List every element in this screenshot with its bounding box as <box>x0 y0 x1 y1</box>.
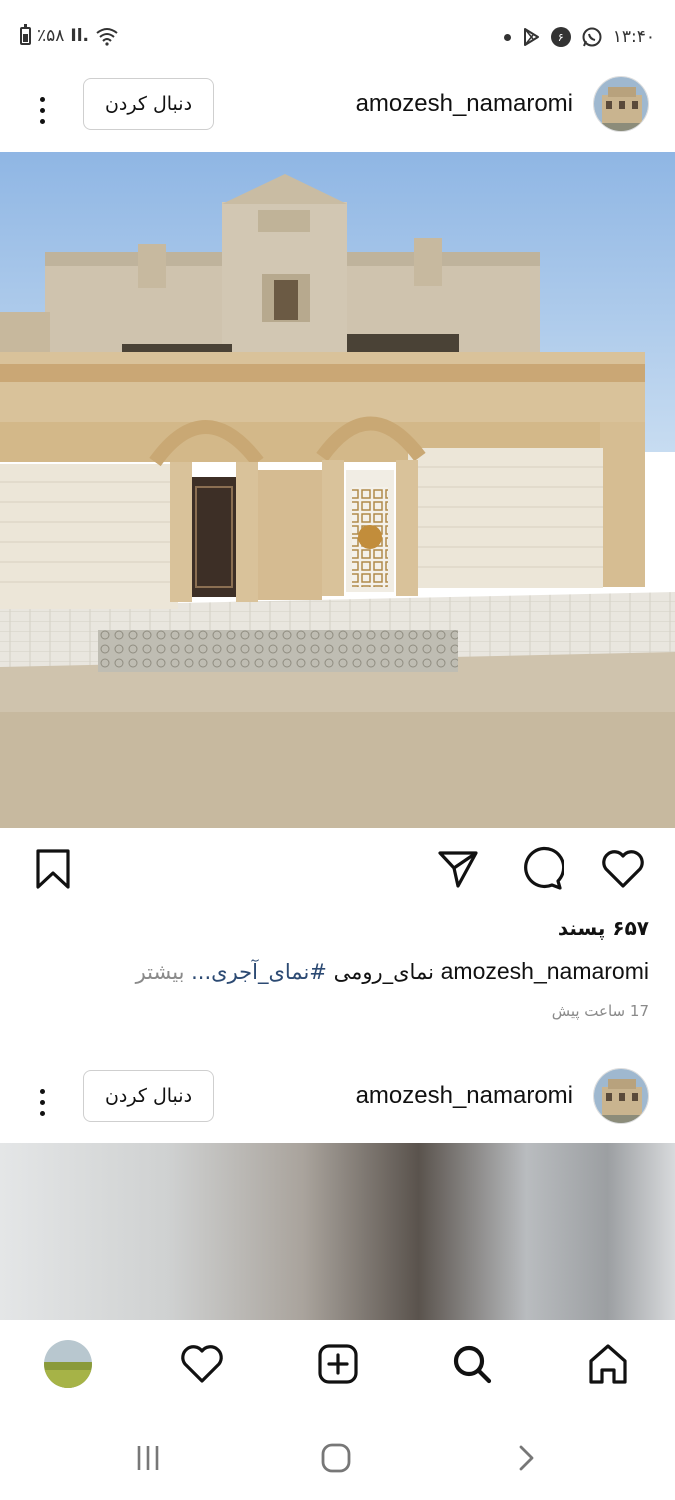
post-actions <box>0 840 675 900</box>
more-options-button[interactable] <box>28 88 56 132</box>
home-icon <box>589 1344 627 1384</box>
system-navigation <box>0 1412 675 1500</box>
wifi-icon <box>96 28 118 46</box>
more-dot <box>39 96 45 102</box>
heart-icon[interactable] <box>600 848 646 894</box>
post-username[interactable]: amozesh_namaromi <box>356 1082 573 1110</box>
avatar[interactable] <box>593 1068 649 1124</box>
post-timestamp: 17 ساعت پیش <box>551 1002 649 1020</box>
plus-square-icon <box>318 1344 358 1384</box>
more-dot <box>39 107 45 113</box>
notification-dot-icon <box>503 33 511 41</box>
nav-home[interactable] <box>582 1338 634 1390</box>
caption-more-link[interactable]: بیشتر <box>136 960 192 984</box>
follow-button[interactable]: دنبال کردن <box>83 78 214 130</box>
recent-apps-icon[interactable] <box>128 1440 168 1476</box>
status-bar: ٪۵۸ Il. ۶ ۱۳:۴۰ <box>0 0 675 76</box>
follow-button[interactable]: دنبال کردن <box>83 1070 214 1122</box>
heart-icon <box>181 1345 223 1383</box>
post-username[interactable]: amozesh_namaromi <box>356 90 573 118</box>
bookmark-icon[interactable] <box>34 848 72 894</box>
more-options-button[interactable] <box>28 1080 56 1124</box>
more-dot <box>39 1110 45 1116</box>
nav-search[interactable] <box>446 1338 498 1390</box>
nav-activity[interactable] <box>176 1338 228 1390</box>
home-button-icon[interactable] <box>316 1440 356 1476</box>
nav-profile[interactable] <box>42 1338 94 1390</box>
back-chevron-icon[interactable] <box>506 1440 546 1476</box>
avatar[interactable] <box>593 76 649 132</box>
caption-hashtag[interactable]: #نمای_آجری... <box>191 960 327 984</box>
battery-level: ٪۵۸ <box>37 26 65 46</box>
caption-text: نمای_رومی <box>326 960 441 984</box>
whatsapp-icon <box>582 27 602 47</box>
nav-create[interactable] <box>312 1338 364 1390</box>
more-dot <box>39 1099 45 1105</box>
notification-count-badge: ۶ <box>550 27 571 47</box>
status-right: ۶ ۱۳:۴۰ <box>503 26 655 48</box>
profile-avatar <box>44 1340 92 1388</box>
post-caption: amozesh_namaromi نمای_رومی #نمای_آجری...… <box>136 958 649 985</box>
more-dot <box>39 118 45 124</box>
signal-icon: Il. <box>70 26 90 46</box>
post-header: دنبال کردن amozesh_namaromi <box>0 76 675 146</box>
caption-username[interactable]: amozesh_namaromi <box>441 958 649 984</box>
play-store-icon <box>523 28 539 46</box>
bottom-navigation <box>0 1320 675 1410</box>
search-icon <box>453 1345 492 1384</box>
comment-icon[interactable] <box>518 846 566 896</box>
clock: ۱۳:۴۰ <box>612 27 655 47</box>
send-icon[interactable] <box>436 848 480 894</box>
more-dot <box>39 1088 45 1094</box>
battery-icon <box>20 24 31 45</box>
post-header-2: دنبال کردن amozesh_namaromi <box>0 1068 675 1138</box>
like-count[interactable]: ۶۵۷ پسند <box>558 916 649 940</box>
post-image[interactable] <box>0 1143 675 1320</box>
status-left: ٪۵۸ Il. <box>20 24 119 46</box>
post-image[interactable] <box>0 152 675 828</box>
